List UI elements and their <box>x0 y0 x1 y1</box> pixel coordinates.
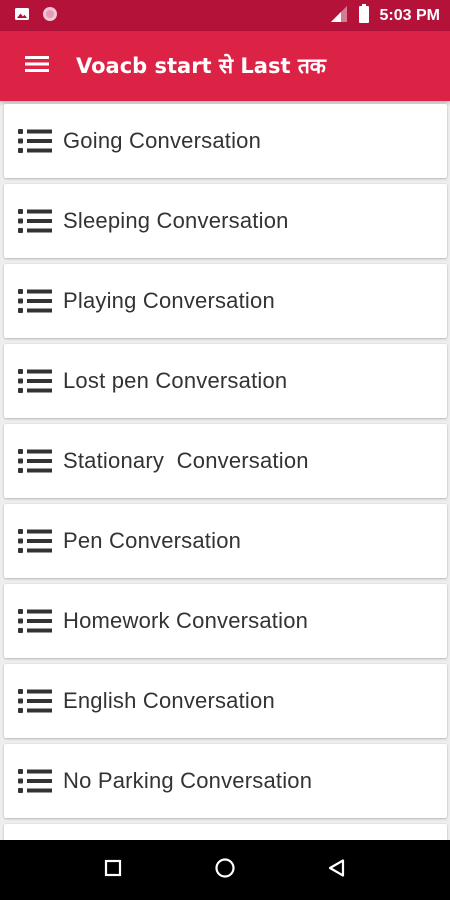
app-bar: Voacb start से Last तक <box>0 31 450 101</box>
battery-icon <box>358 3 370 28</box>
list-icon <box>4 368 63 394</box>
conversation-list: Going Conversation Sleeping Conversation… <box>0 101 450 840</box>
status-left-icons <box>14 6 58 26</box>
image-icon <box>14 6 30 26</box>
list-item[interactable]: Pen Conversation <box>4 504 447 578</box>
list-item[interactable]: English Conversation <box>4 664 447 738</box>
back-button[interactable] <box>281 840 393 900</box>
list-item[interactable]: No Parking Conversation <box>4 744 447 818</box>
list-item[interactable]: Playing Conversation <box>4 264 447 338</box>
list-item-label: English Conversation <box>63 688 275 713</box>
list-item-label: Sleeping Conversation <box>63 208 289 233</box>
hamburger-menu-icon <box>25 54 49 78</box>
home-button[interactable] <box>169 840 281 900</box>
menu-button[interactable] <box>0 31 72 101</box>
list-item-label: Playing Conversation <box>63 288 275 313</box>
list-item[interactable] <box>4 824 447 840</box>
page-title: Voacb start से Last तक <box>76 54 326 78</box>
status-time: 5:03 PM <box>379 6 440 24</box>
signal-icon <box>330 5 348 27</box>
list-item[interactable]: Stationary Conversation <box>4 424 447 498</box>
recents-square-icon <box>104 859 122 881</box>
list-item[interactable]: Going Conversation <box>4 104 447 178</box>
list-item[interactable]: Homework Conversation <box>4 584 447 658</box>
list-icon <box>4 528 63 554</box>
list-icon <box>4 608 63 634</box>
list-icon <box>4 128 63 154</box>
list-icon <box>4 448 63 474</box>
recents-button[interactable] <box>57 840 169 900</box>
list-item-label: Stationary Conversation <box>63 448 309 473</box>
list-item[interactable]: Sleeping Conversation <box>4 184 447 258</box>
status-bar: 5:03 PM <box>0 0 450 31</box>
list-item-label: Homework Conversation <box>63 608 309 633</box>
back-triangle-icon <box>327 858 347 882</box>
home-circle-icon <box>214 857 236 883</box>
list-item-label: Pen Conversation <box>63 528 242 553</box>
list-icon <box>4 688 63 714</box>
list-item-label: Going Conversation <box>63 128 262 153</box>
list-item-label: No Parking Conversation <box>63 768 313 793</box>
circle-icon <box>42 6 58 26</box>
list-icon <box>4 208 63 234</box>
status-right-icons: 5:03 PM <box>330 3 440 28</box>
list-icon <box>4 768 63 794</box>
list-icon <box>4 288 63 314</box>
list-item[interactable]: Lost pen Conversation <box>4 344 447 418</box>
list-item-label: Lost pen Conversation <box>63 368 288 393</box>
system-nav-bar <box>0 840 450 900</box>
